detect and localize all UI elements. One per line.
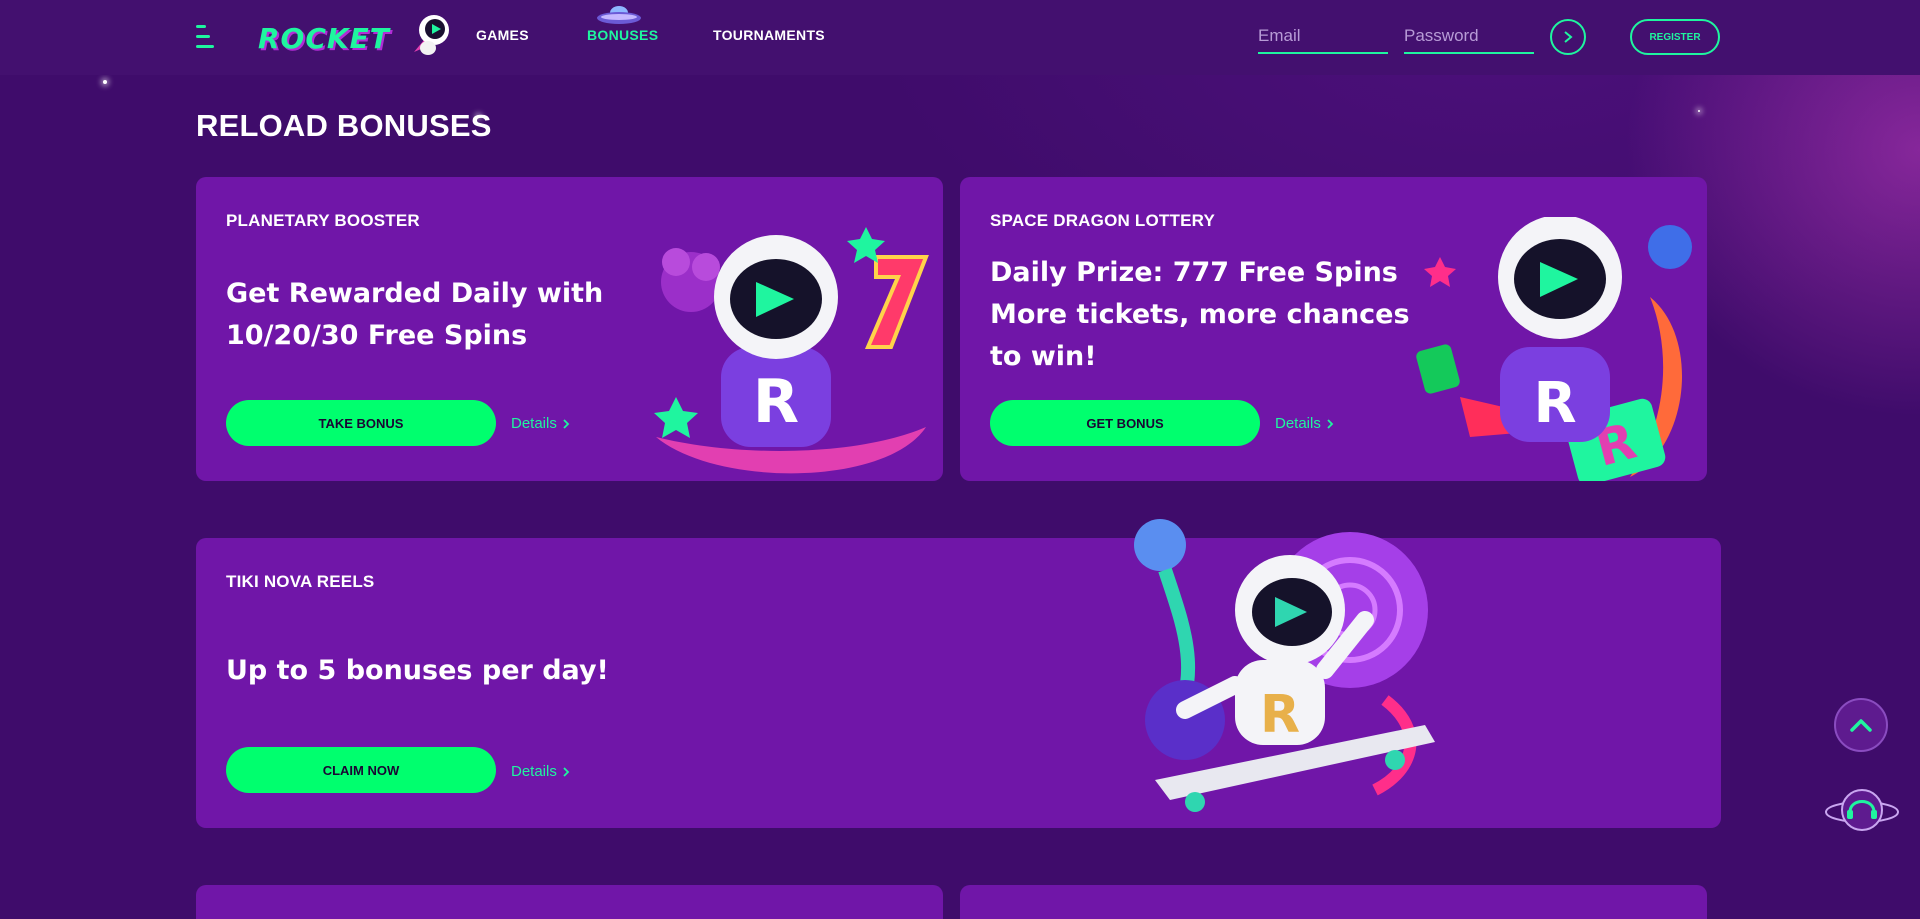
- page-title: RELOAD BONUSES: [196, 108, 492, 143]
- register-button[interactable]: REGISTER: [1630, 19, 1720, 55]
- details-label: Details: [511, 415, 557, 432]
- logo-text: ROCKET: [258, 22, 390, 55]
- chevron-right-icon: [563, 766, 570, 777]
- details-label: Details: [511, 763, 557, 780]
- hamburger-menu-icon[interactable]: [196, 25, 214, 49]
- bonus-card-partial: [960, 885, 1707, 919]
- card-headline: Daily Prize: 777 Free Spins More tickets…: [990, 257, 1410, 372]
- scroll-to-top-button[interactable]: [1834, 698, 1888, 752]
- card-headline: Up to 5 bonuses per day!: [226, 655, 609, 686]
- nav-tournaments[interactable]: TOURNAMENTS: [713, 27, 825, 43]
- top-header: ROCKET GAMES BONUSES TOURNAMENTS REGISTE…: [0, 0, 1920, 75]
- svg-text:R: R: [1260, 685, 1300, 745]
- bonus-card-partial: [196, 885, 943, 919]
- astronaut-lottery-illustration: R R: [1416, 217, 1692, 481]
- svg-text:R: R: [753, 367, 799, 437]
- headset-support-icon[interactable]: [1822, 780, 1902, 840]
- claim-now-button[interactable]: CLAIM NOW: [226, 747, 496, 793]
- email-field[interactable]: [1258, 20, 1388, 54]
- astronaut-skateboard-illustration: R: [1134, 519, 1435, 812]
- ufo-icon: [597, 6, 641, 24]
- nav-games[interactable]: GAMES: [476, 27, 529, 43]
- take-bonus-button[interactable]: TAKE BONUS: [226, 400, 496, 446]
- chevron-right-icon: [1327, 418, 1334, 429]
- rocket-logo[interactable]: ROCKET: [258, 12, 449, 60]
- details-link[interactable]: Details: [511, 415, 570, 432]
- login-submit-button[interactable]: [1550, 19, 1586, 55]
- details-link[interactable]: Details: [511, 763, 570, 780]
- svg-text:R: R: [1533, 371, 1576, 436]
- star-decoration: [1698, 110, 1700, 112]
- card-label: TIKI NOVA REELS: [226, 572, 375, 591]
- card-label: PLANETARY BOOSTER: [226, 211, 420, 230]
- star-decoration: [103, 80, 107, 84]
- chevron-up-icon: [1850, 719, 1872, 732]
- astronaut-logo-icon: [414, 15, 449, 55]
- get-bonus-button[interactable]: GET BONUS: [990, 400, 1260, 446]
- password-field[interactable]: [1404, 20, 1534, 54]
- chevron-right-icon: [563, 418, 570, 429]
- details-link[interactable]: Details: [1275, 415, 1334, 432]
- bonus-card-tiki-nova-reels: TIKI NOVA REELS Up to 5 bonuses per day!…: [196, 538, 1721, 828]
- astronaut-slots-illustration: R: [654, 227, 929, 474]
- details-label: Details: [1275, 415, 1321, 432]
- nav-bonuses[interactable]: BONUSES: [587, 27, 658, 43]
- bonus-card-space-dragon-lottery: SPACE DRAGON LOTTERY Daily Prize: 777 Fr…: [960, 177, 1707, 481]
- card-label: SPACE DRAGON LOTTERY: [990, 211, 1216, 230]
- chevron-right-icon: [1564, 31, 1573, 43]
- bonus-card-planetary-booster: PLANETARY BOOSTER Get Rewarded Daily wit…: [196, 177, 943, 481]
- card-headline: Get Rewarded Daily with 10/20/30 Free Sp…: [226, 278, 604, 351]
